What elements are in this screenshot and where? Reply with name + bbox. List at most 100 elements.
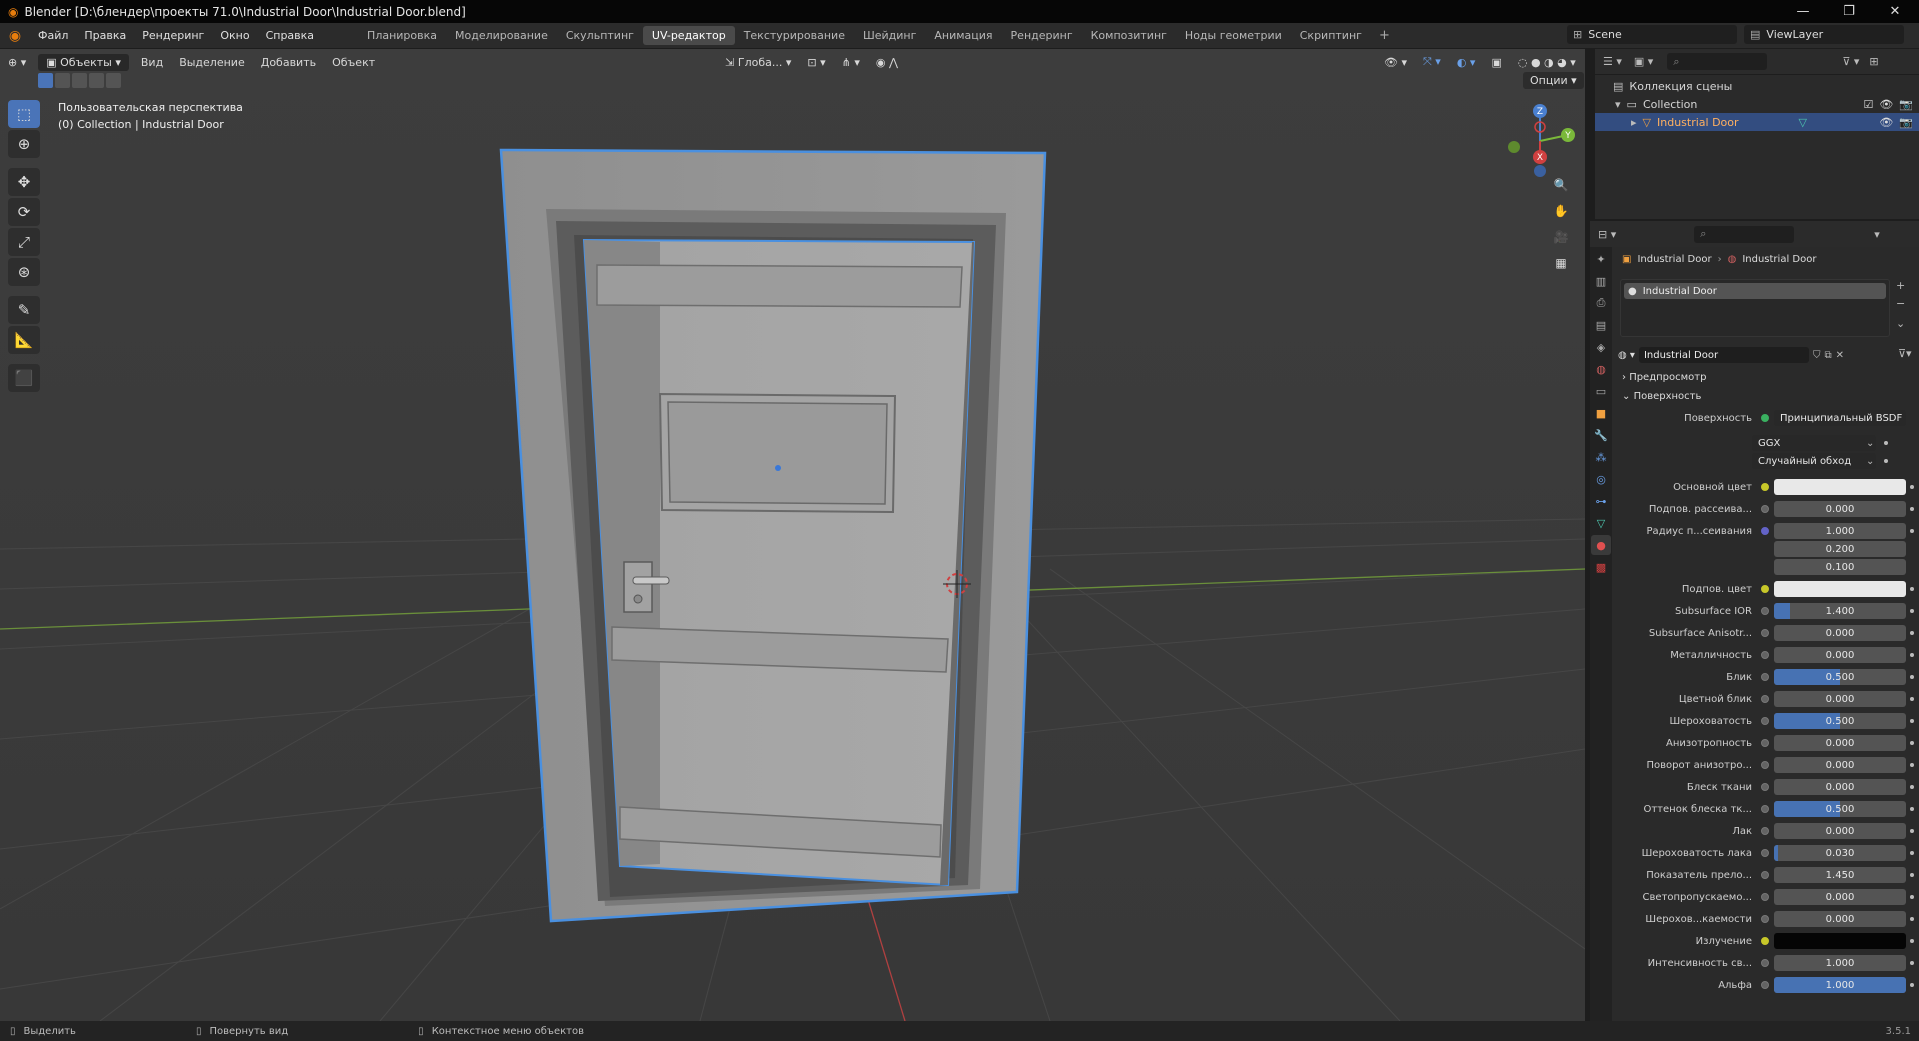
camera-view-icon[interactable]: 🎥 [1549,225,1573,249]
proportional-edit-icon[interactable]: ◉ ⋀ [868,56,906,69]
keyframe-icon[interactable] [1910,829,1914,833]
add-workspace-icon[interactable]: + [1371,28,1398,43]
value-slider[interactable]: 0.000 [1774,625,1906,641]
select-intersect-icon[interactable] [106,73,121,88]
transform-orientation-dropdown[interactable]: ⇲ Глоба... ▾ [717,56,799,69]
object-visibility-icon[interactable]: 👁 [1879,116,1893,129]
socket-icon[interactable] [1761,673,1769,681]
material-datablock[interactable]: ◍ ▾ Industrial Door ⛉ ⧉ ✕ [1618,346,1888,364]
select-subtract-icon[interactable] [72,73,87,88]
value-slider[interactable]: 1.450 [1774,867,1906,883]
value-slider[interactable]: 0.500 [1774,669,1906,685]
visibility-icon[interactable]: 👁 ▾ [1376,56,1415,69]
keyframe-icon[interactable] [1910,763,1914,767]
rotate-tool-icon[interactable]: ⟳ [8,198,40,226]
color-swatch[interactable] [1774,581,1906,597]
fake-user-icon[interactable]: ⛉ [1813,350,1821,361]
tool-tab-icon[interactable]: ✦ [1591,249,1611,269]
properties-options-icon[interactable]: ▾ [1874,228,1880,241]
gizmo-toggle-icon[interactable]: ⤧ ▾ [1415,55,1449,69]
keyframe-icon[interactable] [1910,873,1914,877]
keyframe-icon[interactable] [1910,917,1914,921]
tab-geometry-nodes[interactable]: Ноды геометрии [1176,26,1291,45]
color-swatch[interactable] [1774,933,1906,949]
expand-arrow-icon[interactable]: ▸ [1631,116,1637,129]
value-slider[interactable]: 0.500 [1774,801,1906,817]
socket-icon[interactable] [1761,959,1769,967]
socket-icon[interactable] [1761,527,1769,535]
socket-icon[interactable] [1761,651,1769,659]
value-slider[interactable]: 0.000 [1774,501,1906,517]
socket-icon[interactable] [1761,739,1769,747]
socket-icon[interactable] [1761,849,1769,857]
preview-panel-header[interactable]: › Предпросмотр [1622,372,1706,383]
value-slider[interactable]: 1.000 [1774,523,1906,539]
value-slider[interactable]: 1.000 [1774,977,1906,993]
value-slider[interactable]: 1.400 [1774,603,1906,619]
socket-icon[interactable] [1761,937,1769,945]
value-slider[interactable]: 0.000 [1774,647,1906,663]
keyframe-icon[interactable] [1910,675,1914,679]
texture-tab-icon[interactable]: ▩ [1591,557,1611,577]
menu-window[interactable]: Окно [212,29,257,42]
value-slider[interactable]: 1.000 [1774,955,1906,971]
object-render-icon[interactable]: 📷 [1899,116,1913,129]
tab-sculpting[interactable]: Скульптинг [557,26,643,45]
constraints-tab-icon[interactable]: ⊶ [1591,491,1611,511]
socket-icon[interactable] [1761,585,1769,593]
ortho-toggle-icon[interactable]: ▦ [1549,251,1573,275]
unlink-material-icon[interactable]: ✕ [1836,350,1844,361]
menu-file[interactable]: Файл [30,29,76,42]
outliner-search-field[interactable]: ⌕ [1667,53,1768,70]
subsurface-method-dropdown[interactable]: Случайный обход [1752,453,1876,469]
value-slider[interactable]: 0.000 [1774,691,1906,707]
menu-render[interactable]: Рендеринг [134,29,212,42]
socket-icon[interactable] [1761,981,1769,989]
keyframe-icon[interactable] [1910,851,1914,855]
display-mode-icon[interactable]: ▣ ▾ [1630,55,1657,68]
value-slider[interactable]: 0.000 [1774,889,1906,905]
collection-checkbox-icon[interactable]: ☑ [1863,98,1873,111]
collection-tab-icon[interactable]: ▭ [1591,381,1611,401]
socket-icon[interactable] [1761,827,1769,835]
tab-shading[interactable]: Шейдинг [854,26,925,45]
physics-tab-icon[interactable]: ◎ [1591,469,1611,489]
select-new-icon[interactable] [38,73,53,88]
socket-icon[interactable] [1761,483,1769,491]
value-slider[interactable]: 0.200 [1774,541,1906,557]
keyframe-icon[interactable] [1910,587,1914,591]
overlay-toggle-icon[interactable]: ◐ ▾ [1449,56,1484,69]
move-tool-icon[interactable]: ✥ [8,168,40,196]
mode-dropdown[interactable]: ▣ Объекты ▾ [38,53,129,71]
material-slot-list[interactable]: ● Industrial Door [1620,279,1890,337]
data-tab-icon[interactable]: ▽ [1591,513,1611,533]
material-tab-icon[interactable]: ● [1591,535,1611,555]
socket-icon[interactable] [1761,761,1769,769]
snap-icon[interactable]: ⋔ ▾ [834,56,868,69]
navigation-gizmo[interactable]: Z Y X [1500,101,1580,181]
outliner-scene-collection[interactable]: ▤ Коллекция сцены [1595,77,1919,95]
keyframe-icon[interactable] [1910,631,1914,635]
slot-remove-icon[interactable]: − [1896,297,1905,310]
value-slider[interactable]: 0.000 [1774,823,1906,839]
tab-rendering[interactable]: Рендеринг [1002,26,1082,45]
expand-arrow-icon[interactable]: ▾ [1615,98,1621,111]
tab-texture-paint[interactable]: Текстурирование [735,26,854,45]
keyframe-icon[interactable] [1910,807,1914,811]
material-slot-item[interactable]: ● Industrial Door [1624,283,1886,299]
menu-help[interactable]: Справка [258,29,322,42]
pan-view-icon[interactable]: ✋ [1549,199,1573,223]
socket-icon[interactable] [1761,893,1769,901]
value-slider[interactable]: 0.000 [1774,735,1906,751]
keyframe-icon[interactable] [1910,719,1914,723]
socket-icon[interactable] [1761,915,1769,923]
particles-tab-icon[interactable]: ⁂ [1591,447,1611,467]
keyframe-icon[interactable] [1910,609,1914,613]
keyframe-icon[interactable] [1910,961,1914,965]
value-slider[interactable]: 0.100 [1774,559,1906,575]
tab-compositing[interactable]: Композитинг [1082,26,1176,45]
view-layer-tab-icon[interactable]: ▤ [1591,315,1611,335]
keyframe-icon[interactable] [1910,529,1914,533]
keyframe-icon[interactable] [1910,653,1914,657]
properties-search-field[interactable]: ⌕ [1694,225,1795,243]
